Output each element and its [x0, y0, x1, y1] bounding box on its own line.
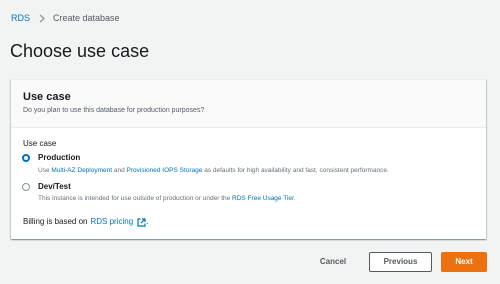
chevron-right-icon: [39, 14, 45, 23]
page-title: Choose use case: [10, 41, 150, 61]
production-desc-suffix: as defaults for high availability and fa…: [202, 167, 389, 174]
production-radio[interactable]: [22, 154, 30, 162]
use-case-field-label: Use case: [23, 139, 57, 148]
production-description: Use Multi-AZ Deployment and Provisioned …: [38, 166, 389, 175]
billing-suffix: .: [146, 217, 149, 226]
production-label[interactable]: Production: [38, 153, 80, 163]
breadcrumb-rds-link[interactable]: RDS: [11, 11, 30, 25]
devtest-radio[interactable]: [22, 183, 30, 191]
next-button[interactable]: Next: [441, 252, 487, 272]
use-case-header: Use case Do you plan to use this databas…: [11, 80, 486, 128]
production-desc-prefix: Use: [38, 167, 52, 174]
multi-az-deployment-link[interactable]: Multi-AZ Deployment: [51, 167, 112, 174]
external-link-icon[interactable]: [137, 217, 146, 227]
devtest-description: This instance is intended for use outsid…: [38, 194, 296, 203]
rds-pricing-link[interactable]: RDS pricing: [90, 217, 133, 227]
provisioned-iops-link[interactable]: Provisioned IOPS Storage: [127, 167, 203, 174]
devtest-desc-prefix: This instance is intended for use outsid…: [38, 195, 233, 202]
billing-info: Billing is based on RDS pricing .: [23, 217, 148, 227]
production-desc-mid: and: [112, 167, 127, 174]
billing-prefix: Billing is based on: [23, 217, 88, 226]
devtest-label[interactable]: Dev/Test: [38, 182, 71, 192]
rds-free-usage-tier-link[interactable]: RDS Free Usage Tier: [232, 195, 294, 202]
breadcrumb-current: Create database: [53, 13, 120, 23]
use-case-container: Use case Do you plan to use this databas…: [11, 79, 486, 239]
cancel-button[interactable]: Cancel: [307, 252, 359, 272]
use-case-description: Do you plan to use this database for pro…: [23, 107, 205, 114]
breadcrumb: RDS Create database: [11, 11, 120, 25]
use-case-title: Use case: [23, 91, 71, 103]
previous-button[interactable]: Previous: [369, 252, 432, 272]
devtest-desc-suffix: .: [293, 195, 296, 202]
